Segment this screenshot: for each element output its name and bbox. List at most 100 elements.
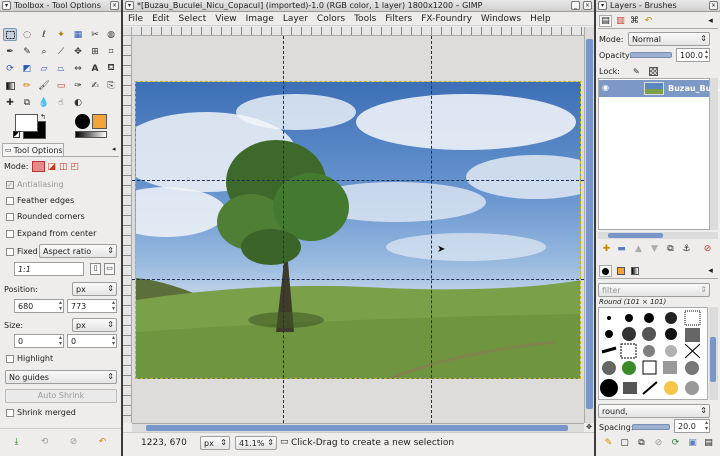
tab-layers-icon[interactable]: ▤ — [599, 15, 612, 27]
menu-colors[interactable]: Colors — [317, 14, 345, 24]
heal-tool-icon[interactable]: ✚ — [3, 96, 17, 109]
expand-from-center-checkbox[interactable] — [6, 229, 14, 238]
window-menu-icon[interactable]: ▾ — [125, 1, 134, 10]
fg-color-swatch[interactable] — [15, 114, 38, 132]
position-x-input[interactable]: 680 ▴ ▾ — [14, 299, 64, 313]
crop-tool-icon[interactable]: ⌗ — [104, 45, 118, 58]
tab-undo-icon[interactable]: ↶ — [642, 15, 655, 27]
tab-patterns-icon[interactable] — [614, 265, 627, 277]
image-titlebar[interactable]: ▾ *[Buzau_Buculei_Nicu_Copacul] (importe… — [123, 0, 594, 12]
menu-edit[interactable]: Edit — [152, 14, 169, 24]
tool-options-tab[interactable]: ▭ Tool Options — [2, 143, 64, 156]
auto-shrink-button[interactable]: Auto Shrink — [5, 389, 117, 403]
fuzzy-select-tool-icon[interactable]: ✦ — [54, 28, 68, 41]
opacity-slider[interactable] — [630, 52, 672, 58]
mode-intersect-icon[interactable]: ◰ — [71, 162, 80, 172]
brush-scroll-thumb[interactable] — [710, 337, 716, 382]
ratio-input[interactable]: 1:1 — [14, 262, 84, 276]
brush-filter-input[interactable]: filter — [598, 283, 710, 297]
smudge-tool-icon[interactable]: ☝ — [54, 96, 68, 109]
menu-select[interactable]: Select — [179, 14, 207, 24]
image-canvas[interactable] — [135, 81, 581, 379]
scissors-tool-icon[interactable]: ✂ — [88, 28, 102, 41]
feather-edges-checkbox[interactable] — [6, 196, 14, 205]
new-group-icon[interactable]: ▬ — [615, 243, 628, 255]
blur-tool-icon[interactable]: 💧 — [37, 96, 51, 109]
fixed-checkbox[interactable] — [6, 247, 14, 256]
tab-gradients-icon[interactable] — [628, 265, 641, 277]
free-select-tool-icon[interactable]: ℓ — [37, 28, 51, 41]
brush-grid-scrollbar[interactable] — [709, 307, 718, 400]
close-icon[interactable]: × — [709, 1, 718, 10]
menu-file[interactable]: File — [128, 14, 143, 24]
horizontal-ruler[interactable] — [132, 27, 584, 36]
airbrush-tool-icon[interactable]: ✑ — [71, 79, 85, 92]
position-y-input[interactable]: 773 ▴ ▾ — [67, 299, 117, 313]
size-w-input[interactable]: 0 ▴ ▾ — [14, 334, 64, 348]
flip-tool-icon[interactable]: ⇔ — [71, 62, 85, 75]
close-icon[interactable]: × — [110, 1, 119, 10]
paths-tool-icon[interactable]: ✒ — [3, 45, 17, 58]
tab-arrow-icon[interactable]: ◂ — [112, 145, 116, 153]
bucket-fill-tool-icon[interactable]: ⛾ — [104, 62, 118, 75]
color-select-tool-icon[interactable]: ▦ — [71, 28, 85, 41]
gradient-preview-icon[interactable] — [75, 131, 107, 138]
perspective-tool-icon[interactable]: ⏢ — [54, 62, 68, 75]
landscape-icon[interactable]: ▭ — [104, 263, 115, 275]
restore-options-icon[interactable]: ⟲ — [38, 436, 51, 448]
ink-tool-icon[interactable]: ✍ — [88, 79, 102, 92]
lower-layer-icon[interactable]: ▼ — [648, 243, 661, 255]
fixed-mode-select[interactable]: Aspect ratio — [39, 244, 117, 258]
antialiasing-checkbox[interactable]: ✓ — [6, 180, 14, 189]
vertical-scroll-thumb[interactable] — [586, 39, 593, 409]
spacing-input[interactable]: 20.0 ▴ ▾ — [674, 419, 710, 433]
toolbox-titlebar[interactable]: ▾ Toolbox - Tool Options × — [0, 0, 121, 12]
position-unit-select[interactable]: px — [72, 282, 117, 296]
rounded-corners-checkbox[interactable] — [6, 212, 14, 221]
edit-brush-icon[interactable]: ✎ — [602, 437, 615, 449]
brush-tag-select[interactable]: round, — [598, 404, 710, 418]
menu-filters[interactable]: Filters — [385, 14, 412, 24]
vertical-ruler[interactable] — [123, 36, 132, 423]
horizontal-scrollbar[interactable] — [132, 423, 584, 432]
paintbrush-tool-icon[interactable]: 🖌 — [37, 79, 51, 92]
window-menu-icon[interactable]: ▾ — [598, 1, 607, 10]
anchor-layer-icon[interactable]: ⚓ — [680, 243, 693, 255]
spacing-slider[interactable] — [632, 424, 670, 430]
delete-layer-icon[interactable]: ⊘ — [701, 243, 714, 255]
zoom-select[interactable]: 41.1% — [235, 436, 277, 450]
tab-paths-icon[interactable]: ⌘ — [628, 15, 641, 27]
rect-select-tool-icon[interactable] — [3, 28, 17, 41]
scale-tool-icon[interactable]: ◩ — [20, 62, 34, 75]
delete-brush-icon[interactable]: ⊘ — [652, 437, 665, 449]
shrink-merged-checkbox[interactable] — [6, 408, 14, 417]
swap-colors-icon[interactable]: ↰ — [40, 113, 46, 121]
size-h-input[interactable]: 0 ▴ ▾ — [67, 334, 117, 348]
pencil-tool-icon[interactable]: ✏ — [20, 79, 34, 92]
layers-titlebar[interactable]: ▾ Layers - Brushes × — [596, 0, 720, 12]
save-options-icon[interactable]: ⤓ — [10, 436, 23, 448]
mode-replace-icon[interactable] — [31, 161, 45, 172]
brush-preview-icon[interactable] — [75, 114, 90, 129]
mode-subtract-icon[interactable]: ◫ — [59, 162, 68, 172]
ellipse-select-tool-icon[interactable]: ◌ — [20, 28, 34, 41]
pattern-preview-icon[interactable] — [92, 114, 107, 129]
minimize-icon[interactable]: _ — [571, 1, 580, 10]
eraser-tool-icon[interactable]: ▭ — [54, 79, 68, 92]
menu-tools[interactable]: Tools — [354, 14, 376, 24]
rotate-tool-icon[interactable]: ⟳ — [3, 62, 17, 75]
tab-arrow-icon[interactable]: ◂ — [704, 15, 717, 27]
shear-tool-icon[interactable]: ▱ — [37, 62, 51, 75]
eye-icon[interactable]: ◉ — [602, 83, 609, 92]
menu-fx-foundry[interactable]: FX-Foundry — [421, 14, 472, 24]
foreground-select-tool-icon[interactable]: ◍ — [104, 28, 118, 41]
blend-tool-icon[interactable] — [3, 79, 17, 92]
size-unit-select[interactable]: px — [72, 318, 117, 332]
duplicate-layer-icon[interactable]: ⧉ — [664, 243, 677, 255]
brush-grid[interactable] — [598, 307, 708, 400]
layer-row[interactable]: ◉ Buzau_Bucu — [599, 80, 720, 97]
vertical-scrollbar[interactable] — [584, 27, 594, 423]
text-tool-icon[interactable]: A — [88, 62, 102, 75]
layer-list-scrollbar[interactable] — [710, 78, 718, 230]
move-tool-icon[interactable]: ✥ — [71, 45, 85, 58]
